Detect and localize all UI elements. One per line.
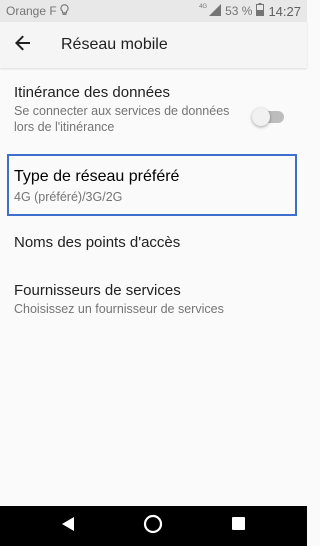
- status-bar-right: 4G 53 % 14:27: [199, 3, 307, 19]
- service-providers-setting[interactable]: Fournisseurs de services Choisissez un f…: [0, 282, 307, 322]
- clock: 14:27: [268, 3, 301, 19]
- preferred-network-summary: 4G (préféré)/3G/2G: [14, 190, 123, 204]
- battery-icon: [256, 3, 265, 19]
- nav-recents-icon: [231, 517, 245, 535]
- battery-percentage: 53 %: [225, 4, 253, 18]
- roaming-title: Itinérance des données: [14, 84, 170, 101]
- roaming-setting[interactable]: Itinérance des données Se connecter aux …: [0, 84, 307, 144]
- service-providers-title: Fournisseurs de services: [14, 282, 181, 299]
- apn-title: Noms des points d'accès: [14, 234, 181, 251]
- service-providers-text: Fournisseurs de services Choisissez un f…: [14, 282, 224, 317]
- nav-home-icon: [143, 514, 163, 539]
- toggle-thumb: [252, 108, 270, 126]
- carrier-name: Orange F: [6, 4, 57, 18]
- app-bar: Réseau mobile: [0, 22, 307, 68]
- preferred-network-setting[interactable]: Type de réseau préféré 4G (préféré)/3G/2…: [7, 154, 297, 216]
- roaming-summary: Se connecter aux services de données lor…: [14, 104, 230, 134]
- page-title: Réseau mobile: [61, 36, 168, 53]
- nav-back-icon: [60, 516, 76, 537]
- nav-recents-button[interactable]: [213, 506, 263, 546]
- preferred-network-title: Type de réseau préféré: [14, 168, 180, 185]
- signal-icon: [209, 3, 222, 19]
- nav-home-button[interactable]: [128, 506, 178, 546]
- service-providers-summary: Choisissez un fournisseur de services: [14, 302, 224, 316]
- back-button[interactable]: [0, 22, 46, 68]
- status-bar: Orange F 4G 53 % 14:27: [0, 0, 307, 22]
- nav-back-button[interactable]: [43, 506, 93, 546]
- network-type-label: 4G: [199, 4, 208, 10]
- navigation-bar: [0, 506, 307, 546]
- roaming-toggle[interactable]: [252, 108, 284, 126]
- status-bar-left: Orange F: [0, 3, 69, 19]
- notification-bulb-icon: [60, 3, 69, 19]
- roaming-text: Itinérance des données Se connecter aux …: [14, 84, 239, 135]
- apn-text: Noms des points d'accès: [14, 234, 180, 251]
- apn-setting[interactable]: Noms des points d'accès: [0, 232, 307, 256]
- preferred-network-text: Type de réseau préféré 4G (préféré)/3G/2…: [14, 168, 320, 204]
- back-arrow-icon: [15, 35, 31, 56]
